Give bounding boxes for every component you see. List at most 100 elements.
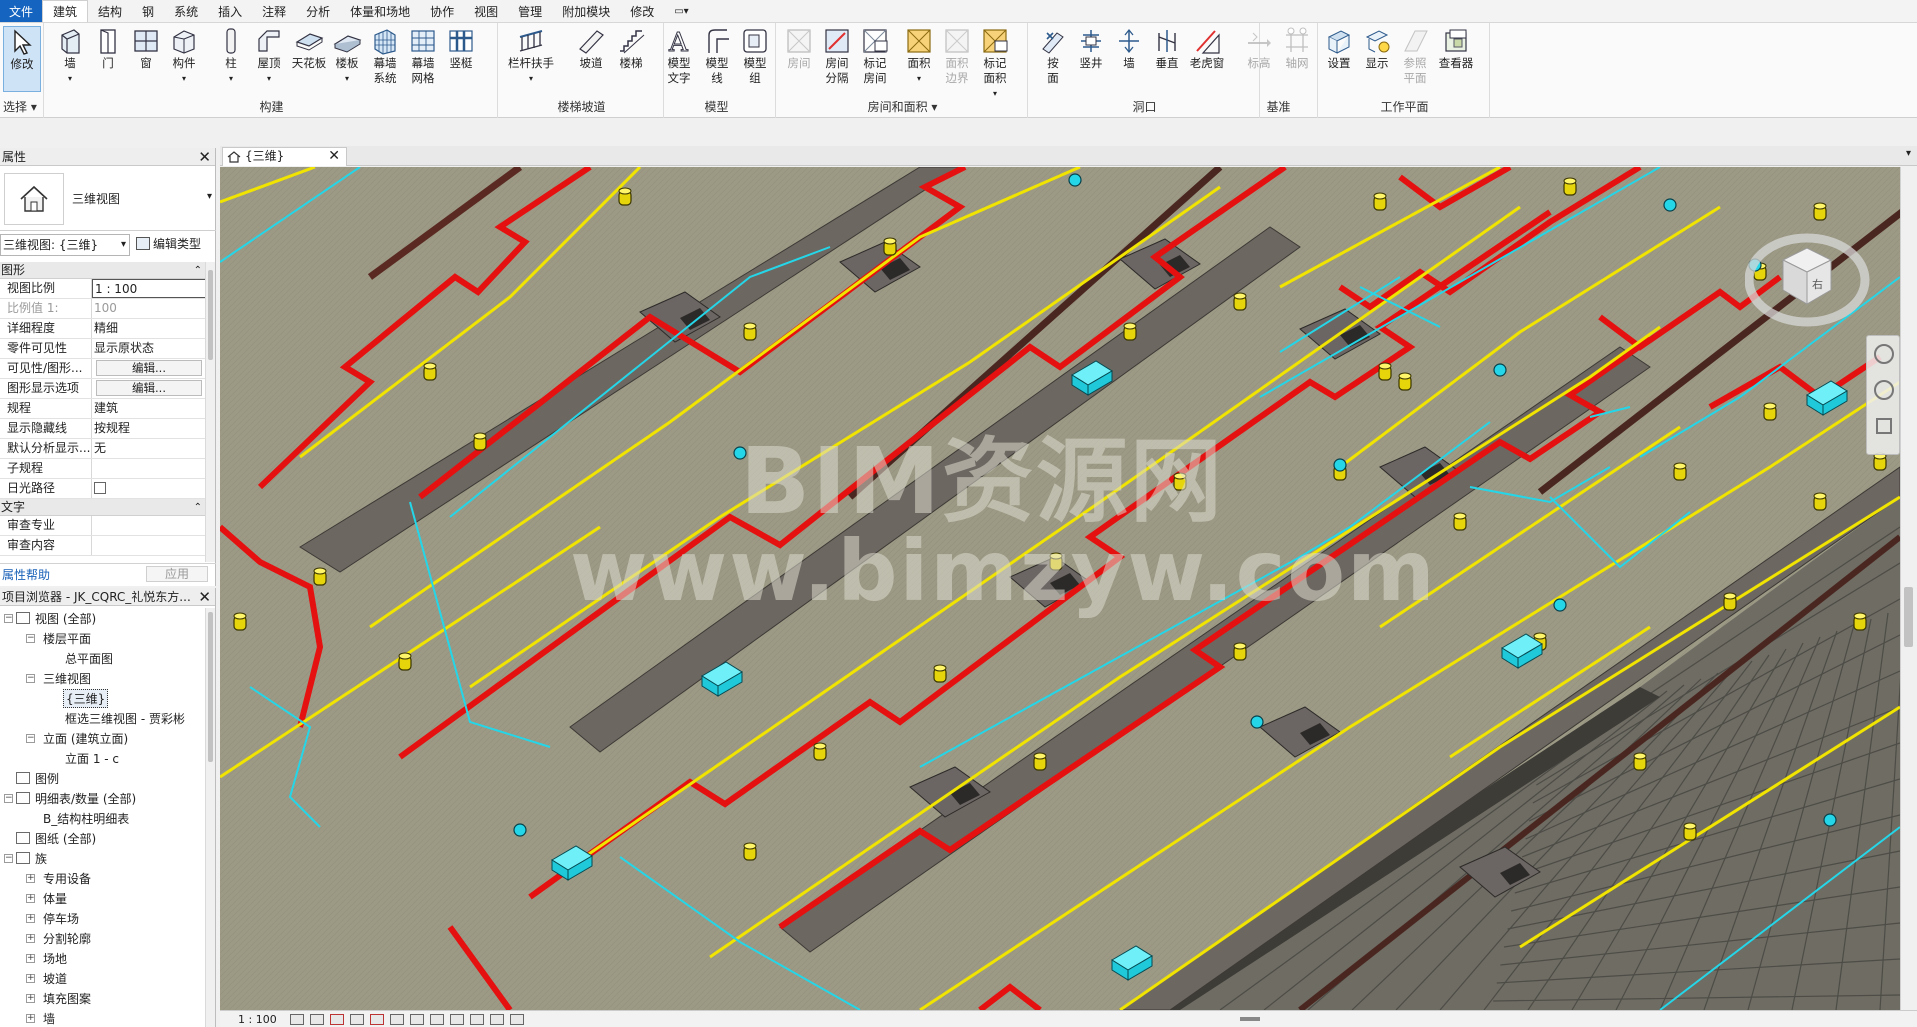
room-separator-tool[interactable]: 房间 分隔 <box>818 26 856 86</box>
view-scale-control[interactable]: 1 : 100 <box>220 1013 287 1026</box>
horizontal-scroll-thumb[interactable] <box>1240 1017 1260 1021</box>
crop-view-icon[interactable] <box>369 1013 384 1025</box>
browser-node[interactable]: 立面 1 - c <box>0 748 205 768</box>
level-tool[interactable]: 标高 <box>1240 26 1278 71</box>
browser-node[interactable]: 图例 <box>0 768 205 788</box>
detail-level-icon[interactable] <box>289 1013 304 1025</box>
grid-tool[interactable]: 轴网 <box>1278 26 1316 71</box>
browser-node[interactable]: + 坡道 <box>0 968 205 988</box>
menu-tab-structure[interactable]: 结构 <box>88 0 132 22</box>
menu-tab-analyze[interactable]: 分析 <box>296 0 340 22</box>
menu-tab-insert[interactable]: 插入 <box>208 0 252 22</box>
browser-node[interactable]: {三维} <box>0 688 205 708</box>
browser-node[interactable]: − 三维视图 <box>0 668 205 688</box>
browser-node[interactable]: − 立面 (建筑立面) <box>0 728 205 748</box>
wall-tool[interactable]: 墙 ▾ <box>51 26 89 86</box>
tab-3d-view[interactable]: {三维} ✕ <box>222 147 347 166</box>
browser-node[interactable]: + 停车场 <box>0 908 205 928</box>
door-tool[interactable]: 门 <box>89 26 127 71</box>
room-area-panel-dropdown[interactable]: 房间和面积 ▾ <box>778 98 1027 115</box>
pan-icon[interactable] <box>1876 418 1892 434</box>
ribbon-display-toggle[interactable]: ▭▾ <box>664 0 698 22</box>
review-discipline-field[interactable] <box>92 516 206 535</box>
sun-path-checkbox[interactable] <box>94 482 106 494</box>
expand-icon[interactable]: + <box>26 953 35 963</box>
model-line-tool[interactable]: 模型 线 <box>698 26 736 86</box>
browser-node[interactable]: 框选三维视图 - 贾彩彬 <box>0 708 205 728</box>
select-panel-dropdown[interactable]: 选择 ▾ <box>0 98 43 115</box>
by-face-tool[interactable]: 按 面 <box>1034 26 1072 86</box>
browser-node[interactable]: − 视图 (全部) <box>0 608 205 628</box>
apply-button[interactable]: 应用 <box>146 566 208 582</box>
menu-tab-modify[interactable]: 修改 <box>620 0 664 22</box>
browser-node[interactable]: + 专用设备 <box>0 868 205 888</box>
analytical-model-icon[interactable] <box>469 1013 484 1025</box>
reveal-constraints-icon[interactable] <box>509 1013 524 1025</box>
menu-tab-systems[interactable]: 系统 <box>164 0 208 22</box>
scale-value-field[interactable]: 100 <box>92 299 206 318</box>
expand-icon[interactable]: + <box>26 913 35 923</box>
ceiling-tool[interactable]: 天花板 <box>290 26 328 71</box>
mullion-tool[interactable]: 竖梃 <box>442 26 480 71</box>
reveal-hidden-icon[interactable] <box>449 1013 464 1025</box>
show-crop-icon[interactable] <box>389 1013 404 1025</box>
shaft-tool[interactable]: 竖井 <box>1072 26 1110 71</box>
viewcube[interactable]: 右 <box>1744 218 1875 328</box>
type-selector[interactable]: 三维视图 ▾ <box>0 167 216 231</box>
3d-view-canvas[interactable]: BIM资源网 www.bimzyw.com <box>220 167 1900 1010</box>
visual-style-icon[interactable] <box>309 1013 324 1025</box>
expand-icon[interactable]: + <box>26 933 35 943</box>
detail-level-field[interactable]: 精细 <box>92 319 206 338</box>
lock-3d-icon[interactable] <box>409 1013 424 1025</box>
view-vertical-scrollbar[interactable] <box>1900 167 1917 1010</box>
browser-node[interactable]: 图纸 (全部) <box>0 828 205 848</box>
stair-tool[interactable]: 楼梯 <box>612 26 650 71</box>
ref-plane-tool[interactable]: 参照 平面 <box>1396 26 1434 86</box>
browser-node[interactable]: B_结构柱明细表 <box>0 808 205 828</box>
browser-scrollbar[interactable] <box>205 608 215 1027</box>
railing-tool[interactable]: 栏杆扶手 ▾ <box>506 26 556 86</box>
menu-tab-massing-site[interactable]: 体量和场地 <box>340 0 420 22</box>
vertical-opening-tool[interactable]: 垂直 <box>1148 26 1186 71</box>
expand-icon[interactable]: + <box>26 873 35 883</box>
column-tool[interactable]: 柱 ▾ <box>212 26 250 86</box>
properties-close-icon[interactable]: ✕ <box>198 148 211 166</box>
viewer-tool[interactable]: 查看器 <box>1434 26 1478 71</box>
graphic-display-edit-button[interactable]: 编辑... <box>96 380 202 396</box>
expand-icon[interactable]: + <box>26 893 35 903</box>
visibility-graphics-edit-button[interactable]: 编辑... <box>96 360 202 376</box>
area-tool[interactable]: 面积 ▾ <box>900 26 938 86</box>
menu-tab-architecture[interactable]: 建筑 <box>42 0 89 22</box>
wall-opening-tool[interactable]: 墙 <box>1110 26 1148 71</box>
edit-type-button[interactable]: 编辑类型 <box>136 235 201 252</box>
room-tool[interactable]: 房间 <box>780 26 818 71</box>
menu-tab-collaborate[interactable]: 协作 <box>420 0 464 22</box>
set-workplane-tool[interactable]: 设置 <box>1320 26 1358 71</box>
menu-tab-view[interactable]: 视图 <box>464 0 508 22</box>
properties-scrollbar[interactable] <box>205 262 215 562</box>
browser-node[interactable]: 总平面图 <box>0 648 205 668</box>
expand-icon[interactable]: + <box>26 1013 35 1023</box>
parts-visibility-field[interactable]: 显示原状态 <box>92 339 206 358</box>
sun-path-icon[interactable] <box>329 1013 344 1025</box>
roof-tool[interactable]: 屋顶 ▾ <box>250 26 288 86</box>
collapse-icon[interactable]: − <box>26 733 35 743</box>
tab-list-dropdown-icon[interactable]: ▾ <box>1906 148 1911 159</box>
menu-tab-steel[interactable]: 钢 <box>132 0 164 22</box>
browser-node[interactable]: − 明细表/数量 (全部) <box>0 788 205 808</box>
steering-wheel-icon[interactable] <box>1874 344 1894 364</box>
analysis-display-field[interactable]: 无 <box>92 439 206 458</box>
review-content-field[interactable] <box>92 536 206 555</box>
expand-icon[interactable]: + <box>26 973 35 983</box>
shadows-icon[interactable] <box>349 1013 364 1025</box>
collapse-icon[interactable]: − <box>4 793 13 803</box>
hidden-line-field[interactable]: 按规程 <box>92 419 206 438</box>
component-tool[interactable]: 构件 ▾ <box>165 26 203 86</box>
tag-room-tool[interactable]: 标记 房间 <box>856 26 894 86</box>
category-text[interactable]: 文字 ⌃ <box>0 499 206 516</box>
expand-icon[interactable]: + <box>26 993 35 1003</box>
browser-close-icon[interactable]: ✕ <box>198 588 211 606</box>
browser-node[interactable]: − 族 <box>0 848 205 868</box>
collapse-icon[interactable]: − <box>4 613 13 623</box>
browser-node[interactable]: + 体量 <box>0 888 205 908</box>
